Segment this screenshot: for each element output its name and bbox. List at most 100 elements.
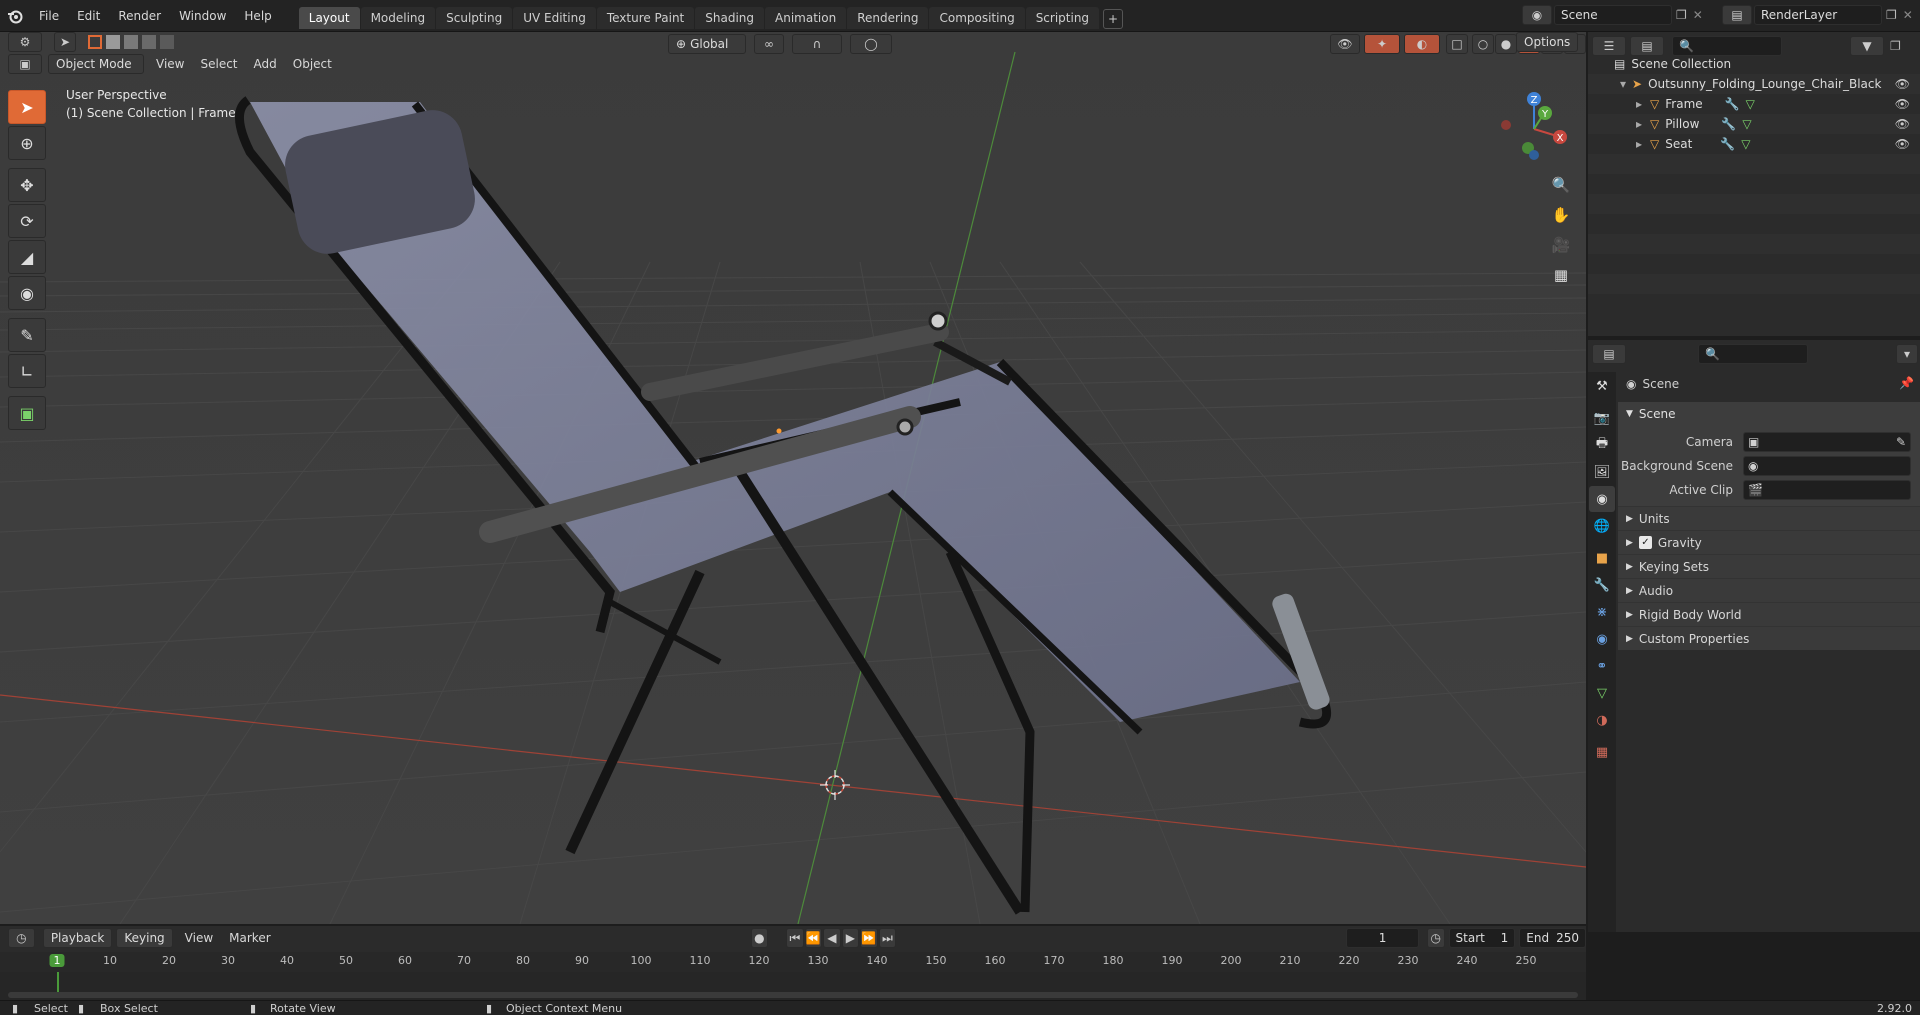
custom-properties-panel[interactable]: ▶ Custom Properties (1618, 626, 1920, 650)
transform-orientation-dropdown[interactable]: ⊕ Global (668, 34, 746, 54)
menu-select[interactable]: Select (192, 57, 245, 71)
collection-visibility-icon[interactable]: 👁 (1895, 74, 1910, 94)
tab-compositing[interactable]: Compositing (929, 6, 1025, 29)
jump-end-icon[interactable]: ⏭ (878, 928, 897, 948)
cursor-tool-icon[interactable]: ⊕ (8, 126, 46, 160)
next-keyframe-icon[interactable]: ⏩ (860, 928, 878, 948)
scale-tool-icon[interactable]: ◢ (8, 240, 46, 274)
gizmo-toggle-icon[interactable]: ✦ (1364, 34, 1400, 54)
playhead-line[interactable] (57, 972, 59, 992)
timeline-ruler[interactable]: 1 10 20 30 40 50 60 70 80 90 100 110 120… (0, 952, 1586, 972)
menu-view[interactable]: View (148, 57, 192, 71)
preview-range-icon[interactable]: ◷ (1427, 928, 1445, 948)
overlays-toggle-icon[interactable]: ◐ (1404, 34, 1440, 54)
tab-animation[interactable]: Animation (765, 6, 847, 29)
3d-viewport[interactable]: ▣ Object Mode View Select Add Object ⚙ ➤… (0, 32, 1586, 924)
properties-editor-icon[interactable]: ▤ (1592, 344, 1626, 364)
outliner-item-seat[interactable]: ▸ ▽ Seat 🔧 ▽ 👁 (1588, 134, 1920, 154)
pillow-visibility-icon[interactable]: 👁 (1895, 114, 1910, 134)
menu-object[interactable]: Object (285, 57, 340, 71)
add-workspace-button[interactable]: + (1103, 8, 1124, 29)
visibility-icon[interactable]: 👁 (1330, 34, 1360, 54)
tab-shading[interactable]: Shading (695, 6, 764, 29)
menu-window[interactable]: Window (170, 0, 235, 32)
jump-start-icon[interactable]: ⏮ (786, 928, 804, 948)
modifier-tab-icon[interactable]: 🔧 (1589, 572, 1615, 598)
gravity-checkbox[interactable]: ✓ (1638, 536, 1652, 549)
transform-tool-icon[interactable]: ◉ (8, 276, 46, 310)
world-tab-icon[interactable]: 🌐 (1589, 513, 1615, 539)
select-mode-new-icon[interactable] (88, 35, 102, 49)
tab-rendering[interactable]: Rendering (847, 6, 929, 29)
collection-row[interactable]: ▾ ➤ Outsunny_Folding_Lounge_Chair_Black … (1588, 74, 1920, 94)
close-icon[interactable]: ✕ (1693, 8, 1703, 22)
rotate-tool-icon[interactable]: ⟳ (8, 204, 46, 238)
menu-add[interactable]: Add (246, 57, 285, 71)
blender-logo-icon[interactable] (0, 0, 30, 32)
physics-tab-icon[interactable]: ◉ (1589, 626, 1615, 652)
xray-icon[interactable]: □ (1446, 34, 1468, 54)
expand-arrow-icon[interactable]: ▾ (1620, 74, 1626, 94)
eyedropper-icon[interactable]: ✎ (1896, 435, 1906, 449)
scene-tab-icon[interactable]: ◉ (1589, 486, 1615, 512)
start-frame-field[interactable]: Start 1 (1448, 928, 1516, 948)
zoom-icon[interactable]: 🔍 (1548, 172, 1574, 198)
shading-solid-icon[interactable]: ● (1495, 34, 1517, 54)
tab-uv-editing[interactable]: UV Editing (513, 6, 596, 29)
object-mode-dropdown[interactable]: Object Mode (48, 54, 144, 74)
active-clip-field[interactable]: 🎬 (1743, 480, 1911, 500)
timeline-scrollbar[interactable] (8, 992, 1578, 998)
scene-icon[interactable]: ◉ (1522, 5, 1552, 25)
play-reverse-icon[interactable]: ◀ (823, 928, 841, 948)
tab-sculpting[interactable]: Sculpting (436, 6, 513, 29)
particles-tab-icon[interactable]: ⋇ (1589, 599, 1615, 625)
select-mode-subtract-icon[interactable] (124, 35, 138, 49)
view-layer-tab-icon[interactable]: 🖼 (1589, 459, 1615, 485)
editor-type-icon[interactable]: ▣ (8, 54, 42, 74)
end-frame-field[interactable]: End 250 (1519, 928, 1586, 948)
camera-view-icon[interactable]: 🎥 (1548, 232, 1574, 258)
output-tab-icon[interactable]: 🖶 (1589, 432, 1615, 458)
annotate-tool-icon[interactable]: ✎ (8, 318, 46, 352)
scene-panel-header[interactable]: ▼ Scene (1618, 402, 1920, 426)
pin-icon[interactable]: 📌 (1899, 376, 1914, 390)
render-tab-icon[interactable]: 📷 (1589, 405, 1615, 431)
timeline-editor-icon[interactable]: ◷ (8, 928, 35, 948)
copy-layer-icon[interactable]: ❐ (1886, 8, 1897, 22)
frame-visibility-icon[interactable]: 👁 (1895, 94, 1910, 114)
options-button[interactable]: Options (1516, 32, 1579, 52)
outliner-item-pillow[interactable]: ▸ ▽ Pillow 🔧 ▽ 👁 (1588, 114, 1920, 134)
move-tool-icon[interactable]: ✥ (8, 168, 46, 202)
rigid-body-world-panel[interactable]: ▶ Rigid Body World (1618, 602, 1920, 626)
timeline-view-menu[interactable]: View (177, 931, 221, 945)
audio-panel[interactable]: ▶ Audio (1618, 578, 1920, 602)
ortho-grid-icon[interactable]: ▦ (1548, 262, 1574, 288)
outliner-search-input[interactable]: 🔍 (1672, 36, 1782, 56)
record-icon[interactable]: ● (750, 928, 769, 948)
gravity-panel[interactable]: ▶ ✓ Gravity (1618, 530, 1920, 554)
expand-arrow-icon[interactable]: ▸ (1636, 134, 1642, 154)
texture-tab-icon[interactable]: ▦ (1589, 739, 1615, 765)
filter-icon[interactable]: ▼ (1850, 36, 1884, 56)
navigation-gizmo[interactable]: Z X Y (1490, 87, 1570, 167)
constraints-tab-icon[interactable]: ⚭ (1589, 653, 1615, 679)
outliner-item-frame[interactable]: ▸ ▽ Frame 🔧 ▽ 👁 (1588, 94, 1920, 114)
close-layer-icon[interactable]: ✕ (1903, 8, 1913, 22)
shading-wireframe-icon[interactable]: ○ (1472, 34, 1494, 54)
seat-visibility-icon[interactable]: 👁 (1895, 134, 1910, 154)
snap-icon[interactable]: ∩ (792, 34, 842, 54)
menu-render[interactable]: Render (109, 0, 170, 32)
menu-file[interactable]: File (30, 0, 68, 32)
select-mode-intersect-icon[interactable] (160, 35, 174, 49)
modifier-wrench-icon[interactable]: 🔧 (1721, 114, 1736, 134)
marker-menu[interactable]: Marker (221, 931, 278, 945)
new-collection-icon[interactable]: ❐ (1890, 39, 1901, 53)
background-scene-field[interactable]: ◉ (1743, 456, 1911, 476)
measure-tool-icon[interactable]: ∟ (8, 354, 46, 388)
view-layer-icon[interactable]: ▤ (1722, 5, 1752, 25)
modifier-wrench-icon[interactable]: 🔧 (1725, 94, 1740, 114)
expand-arrow-icon[interactable]: ▸ (1636, 94, 1642, 114)
playback-menu[interactable]: Playback (42, 928, 113, 948)
properties-options-icon[interactable]: ▾ (1896, 344, 1918, 364)
prev-keyframe-icon[interactable]: ⏪ (804, 928, 823, 948)
